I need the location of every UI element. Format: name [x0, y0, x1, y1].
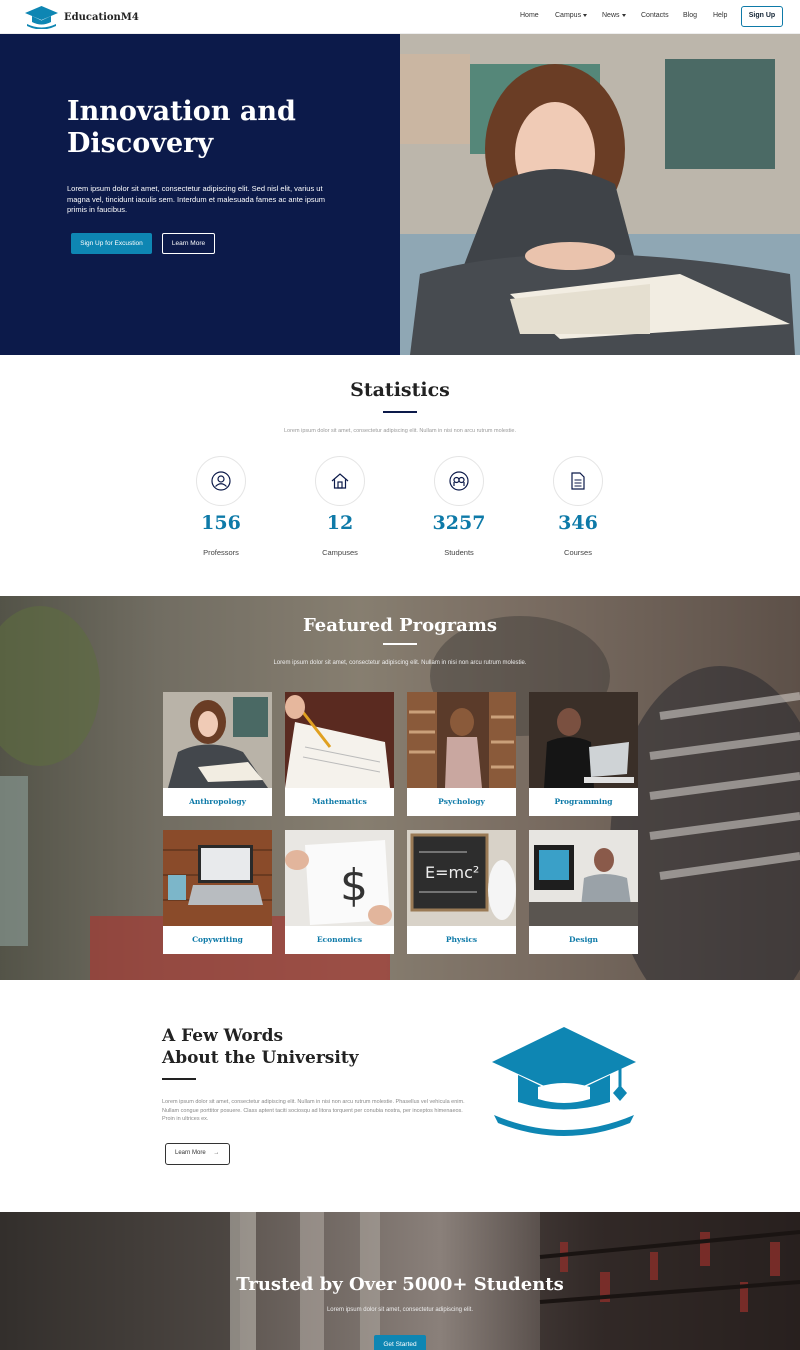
statistics-subtitle: Lorem ipsum dolor sit amet, consectetur … [283, 428, 516, 434]
user-icon [196, 456, 246, 506]
program-image [285, 692, 394, 788]
program-card-economics[interactable]: $ Economics [285, 830, 394, 954]
get-started-button[interactable]: Get Started [374, 1335, 426, 1350]
featured-programs-title: Featured Programs [302, 615, 498, 636]
trusted-title: Trusted by Over 5000+ Students [236, 1274, 564, 1295]
stat-value: 12 [326, 512, 354, 534]
stat-label: Students [444, 548, 474, 557]
stat-students: 3257 Students [424, 456, 494, 557]
statistics-title: Statistics [350, 379, 450, 401]
signup-button[interactable]: Sign Up [741, 6, 783, 27]
navbar: EducationM4 Home Campus News Contacts Bl… [0, 0, 800, 34]
nav-campus-label: Campus [555, 12, 582, 19]
program-card-anthropology[interactable]: Anthropology [163, 692, 272, 816]
title-underline [383, 411, 417, 413]
graduation-cap-icon [490, 1027, 638, 1144]
arrow-right-icon: → [213, 1150, 220, 1156]
nav-contacts-label: Contacts [641, 12, 669, 19]
program-image [529, 692, 638, 788]
program-label: Physics [445, 935, 478, 944]
nav-news-label: News [602, 12, 620, 19]
nav-help-label: Help [713, 12, 728, 19]
about-title-line2: About the University [162, 1048, 359, 1068]
hero-title: Innovation and Discovery [67, 96, 367, 160]
stat-professors: 156 Professors [186, 456, 256, 557]
home-icon [315, 456, 365, 506]
program-card-programming[interactable]: Programming [529, 692, 638, 816]
program-label: Copywriting [192, 935, 243, 944]
about-learn-more-button[interactable]: Learn More → [165, 1143, 230, 1165]
program-image [407, 692, 516, 788]
nav-help[interactable]: Help [713, 12, 727, 19]
program-label: Anthropology [189, 797, 246, 806]
program-image [163, 830, 272, 926]
chevron-down-icon [621, 13, 626, 17]
nav-blog[interactable]: Blog [683, 12, 697, 19]
program-image [163, 692, 272, 788]
program-label: Economics [316, 935, 363, 944]
about-title-line1: A Few Words [162, 1026, 284, 1046]
svg-text:E=mc²: E=mc² [425, 863, 479, 882]
title-underline [383, 643, 417, 645]
trusted-subtitle: Lorem ipsum dolor sit amet, consectetur … [326, 1307, 474, 1313]
program-card-design[interactable]: Design [529, 830, 638, 954]
hero-text: Lorem ipsum dolor sit amet, consectetur … [67, 184, 326, 214]
program-card-mathematics[interactable]: Mathematics [285, 692, 394, 816]
about-title: A Few Words About the University [162, 1025, 359, 1069]
nav-home[interactable]: Home [520, 12, 539, 19]
program-label: Psychology [438, 797, 485, 806]
stat-label: Professors [203, 548, 239, 557]
brand-name[interactable]: EducationM4 [64, 12, 139, 23]
signup-excursion-button[interactable]: Sign Up for Excustion [71, 233, 152, 254]
svg-text:$: $ [340, 860, 368, 911]
stat-value: 156 [201, 512, 241, 534]
about-learn-more-label: Learn More [175, 1150, 206, 1156]
nav-blog-label: Blog [683, 12, 698, 19]
hero-title-line1: Innovation and [67, 96, 296, 127]
learn-more-button[interactable]: Learn More [162, 233, 215, 254]
document-icon [553, 456, 603, 506]
stat-courses: 346 Courses [543, 456, 613, 557]
students-icon [434, 456, 484, 506]
graduation-cap-logo-icon[interactable] [24, 5, 59, 34]
title-underline [162, 1078, 196, 1080]
program-card-physics[interactable]: E=mc² Physics [407, 830, 516, 954]
hero-student-photo [400, 34, 800, 355]
program-label: Design [568, 935, 599, 944]
stat-value: 3257 [432, 512, 486, 534]
stat-campuses: 12 Campuses [305, 456, 375, 557]
chevron-down-icon [583, 13, 588, 17]
stat-label: Campuses [322, 548, 358, 557]
hero-title-line2: Discovery [67, 128, 214, 159]
nav-news[interactable]: News [602, 12, 626, 19]
program-image: E=mc² [407, 830, 516, 926]
nav-home-label: Home [520, 12, 539, 19]
program-card-psychology[interactable]: Psychology [407, 692, 516, 816]
stat-label: Courses [564, 548, 592, 557]
featured-programs-subtitle: Lorem ipsum dolor sit amet, consectetur … [273, 660, 527, 666]
program-label: Mathematics [312, 797, 367, 806]
featured-programs-background [0, 596, 800, 980]
nav-contacts[interactable]: Contacts [641, 12, 669, 19]
stat-value: 346 [558, 512, 598, 534]
program-label: Programming [554, 797, 613, 806]
program-card-copywriting[interactable]: Copywriting [163, 830, 272, 954]
nav-campus[interactable]: Campus [555, 12, 588, 19]
about-text: Lorem ipsum dolor sit amet, consectetur … [162, 1099, 465, 1122]
program-image [529, 830, 638, 926]
program-image: $ [285, 830, 394, 926]
